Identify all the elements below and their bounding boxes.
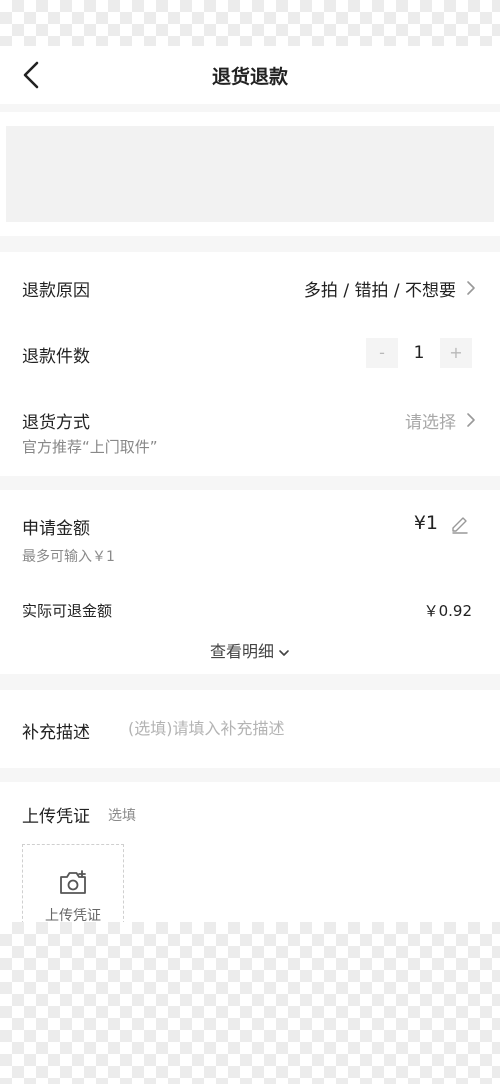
max-amount-hint: 最多可输入￥1: [22, 549, 115, 565]
product-card: [0, 112, 500, 236]
status-bar-area: [0, 0, 500, 46]
apply-amount-value: ¥1: [413, 512, 438, 534]
view-detail-label: 查看明细: [209, 642, 274, 661]
upload-section: 上传凭证 选填 上传凭证: [0, 782, 500, 924]
chevron-right-icon: [467, 413, 475, 427]
upload-title: 上传凭证: [22, 807, 90, 827]
actual-refund-label: 实际可退金额: [22, 602, 113, 620]
refund-info-section: 退款原因 多拍 / 错拍 / 不想要 退款件数 - 1 + 退货方式 请选择 官…: [0, 252, 500, 476]
description-input[interactable]: [128, 716, 468, 740]
nav-bar: 退货退款: [0, 46, 500, 104]
product-placeholder: [6, 126, 494, 222]
actual-refund-value: ￥0.92: [423, 602, 472, 620]
return-method-label: 退货方式: [22, 413, 90, 433]
quantity-plus-button[interactable]: +: [440, 338, 472, 368]
refund-quantity-label: 退款件数: [22, 347, 90, 367]
pencil-icon[interactable]: [450, 514, 470, 534]
upload-button[interactable]: 上传凭证: [22, 844, 124, 924]
refund-reason-value: 多拍 / 错拍 / 不想要: [303, 281, 456, 301]
quantity-value: 1: [413, 343, 425, 363]
description-label: 补充描述: [22, 723, 90, 743]
page-title: 退货退款: [211, 66, 288, 88]
camera-plus-icon: [60, 870, 86, 894]
view-detail-link[interactable]: 查看明细: [0, 638, 500, 662]
return-method-value: 请选择: [405, 413, 456, 433]
description-section: 补充描述: [0, 690, 500, 768]
chevron-down-icon: [279, 649, 289, 656]
refund-reason-label: 退款原因: [22, 281, 90, 301]
return-method-hint: 官方推荐“上门取件”: [22, 438, 158, 456]
apply-amount-label: 申请金额: [22, 519, 90, 539]
bottom-area: [0, 922, 500, 1084]
chevron-right-icon: [467, 281, 475, 295]
quantity-minus-button[interactable]: -: [366, 338, 398, 368]
upload-optional-tag: 选填: [108, 808, 136, 824]
amount-section: 申请金额 ¥1 最多可输入￥1 实际可退金额 ￥0.92 查看明细: [0, 490, 500, 674]
